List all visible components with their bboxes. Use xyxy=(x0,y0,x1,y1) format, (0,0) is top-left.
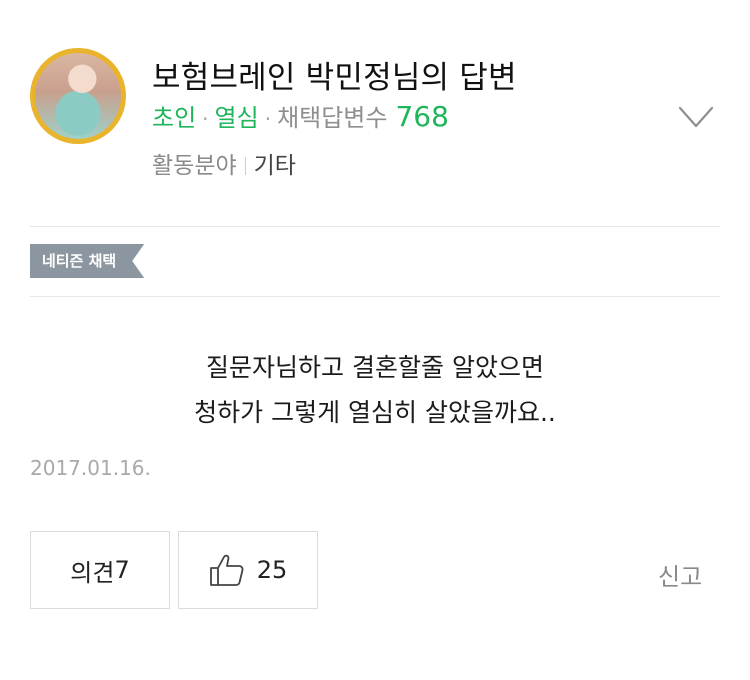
report-link[interactable]: 신고 xyxy=(658,557,702,592)
opinion-label: 의견 xyxy=(70,558,115,587)
answer-body: 질문자님하고 결혼할줄 알았으면 청하가 그렇게 열심히 살았을까요.. xyxy=(30,345,720,435)
answer-date: 2017.01.16. xyxy=(30,456,151,480)
opinion-count: 7 xyxy=(114,556,130,584)
chevron-down-icon[interactable] xyxy=(678,106,714,128)
like-count: 25 xyxy=(256,556,288,584)
selected-count-label: 채택답변수 xyxy=(277,104,388,132)
rank-label: 초인 xyxy=(152,104,197,132)
avatar[interactable] xyxy=(30,48,126,144)
selected-count: 768 xyxy=(395,100,449,133)
status-label: 열심 xyxy=(214,104,259,132)
divider-bottom xyxy=(30,296,720,297)
field-label: 활동분야 xyxy=(152,153,237,179)
answer-line: 질문자님하고 결혼할줄 알았으면 xyxy=(206,353,544,382)
like-button[interactable]: 25 xyxy=(178,531,318,609)
field-value: 기타 xyxy=(253,153,296,179)
activity-field: 활동분야 기타 xyxy=(152,146,296,180)
answerer-title: 보험브레인 박민정님의 답변 xyxy=(152,60,517,96)
avatar-photo xyxy=(35,53,121,139)
netizen-selected-badge: 네티즌 채택 xyxy=(30,244,144,278)
dot-separator: · xyxy=(202,107,209,131)
thumbs-up-icon xyxy=(209,554,244,586)
badge-label: 네티즌 채택 xyxy=(30,244,144,278)
answer-line: 청하가 그렇게 열심히 살았을까요.. xyxy=(194,398,556,427)
dot-separator: · xyxy=(264,107,272,131)
field-separator xyxy=(244,157,246,175)
answerer-header: 보험브레인 박민정님의 답변 초인 · 열심 · 채택답변수 768 활동분야 기타 xyxy=(30,48,720,188)
answerer-meta: 초인 · 열심 · 채택답변수 768 xyxy=(152,98,449,133)
divider-top xyxy=(30,226,720,227)
opinion-button[interactable]: 의견 7 xyxy=(30,531,170,609)
